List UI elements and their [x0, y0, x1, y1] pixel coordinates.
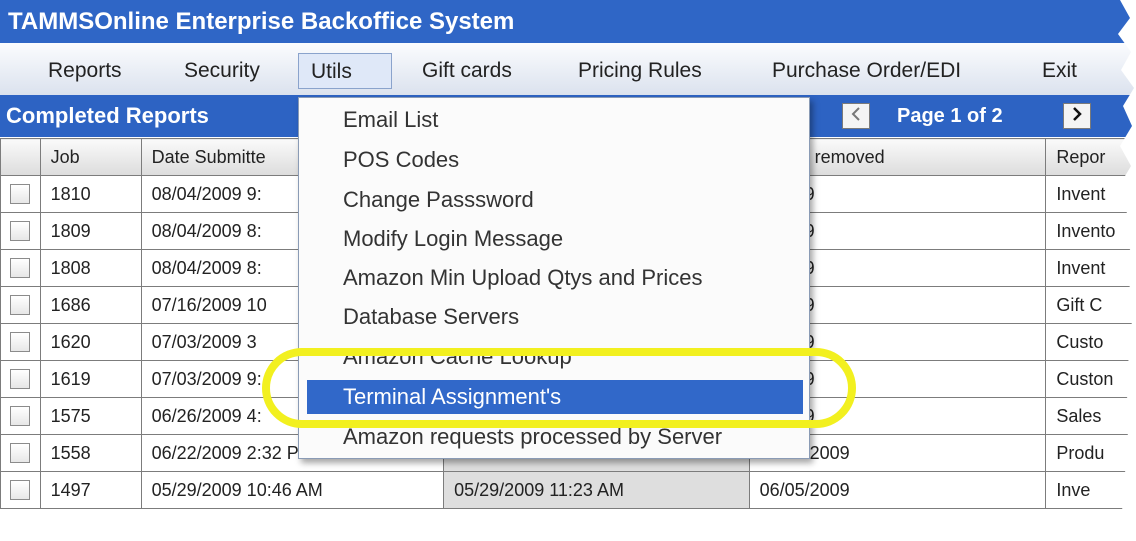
menu-security[interactable]: Security — [172, 53, 272, 89]
row-checkbox[interactable] — [10, 480, 31, 500]
panel-title: Completed Reports — [6, 103, 209, 128]
row-checkbox[interactable] — [10, 258, 31, 278]
previous-page-button[interactable] — [842, 103, 870, 129]
menu-item-modify-login-message[interactable]: Modify Login Message — [307, 222, 803, 256]
column-header-select — [0, 138, 41, 176]
row-checkbox[interactable] — [10, 369, 31, 389]
row-checkbox[interactable] — [10, 443, 31, 463]
job-cell: 1809 — [39, 212, 142, 250]
menu-item-database-servers[interactable]: Database Servers — [307, 300, 803, 334]
job-cell: 1810 — [39, 175, 142, 213]
job-cell: 1686 — [39, 286, 142, 324]
menu-item-pos-codes[interactable]: POS Codes — [307, 143, 803, 177]
job-cell: 1619 — [39, 360, 142, 398]
row-checkbox[interactable] — [10, 332, 31, 352]
row-checkbox[interactable] — [10, 221, 31, 241]
row-checkbox[interactable] — [10, 295, 31, 315]
torn-edge-right — [1118, 0, 1136, 541]
row-checkbox[interactable] — [10, 406, 31, 426]
menu-bar: Reports Security Utils Gift cards Pricin… — [0, 43, 1136, 96]
row-checkbox[interactable] — [10, 184, 31, 204]
highlight-annotation — [262, 348, 856, 428]
job-cell: 1620 — [39, 323, 142, 361]
menu-reports[interactable]: Reports — [36, 53, 134, 89]
menu-purchase-order-edi[interactable]: Purchase Order/EDI — [760, 53, 973, 89]
menu-item-email-list[interactable]: Email List — [307, 103, 803, 137]
job-cell: 1558 — [39, 434, 142, 472]
menu-item-change-password[interactable]: Change Passsword — [307, 183, 803, 217]
job-cell: 1575 — [39, 397, 142, 435]
window-title: TAMMSOnline Enterprise Backoffice System — [0, 0, 1136, 43]
chevron-right-icon — [1073, 107, 1082, 121]
menu-utils[interactable]: Utils — [298, 53, 392, 89]
menu-item-amazon-min-upload[interactable]: Amazon Min Upload Qtys and Prices — [307, 261, 803, 295]
menu-gift-cards[interactable]: Gift cards — [410, 53, 524, 89]
torn-edge-bottom — [0, 516, 1136, 541]
next-page-button[interactable] — [1063, 103, 1091, 129]
column-header-job[interactable]: Job — [39, 138, 142, 176]
page-indicator: Page 1 of 2 — [897, 105, 1003, 127]
job-cell: 1808 — [39, 249, 142, 287]
menu-exit[interactable]: Exit — [1030, 53, 1089, 89]
menu-pricing-rules[interactable]: Pricing Rules — [566, 53, 714, 89]
chevron-left-icon — [851, 107, 860, 121]
app-window: TAMMSOnline Enterprise Backoffice System… — [0, 0, 1136, 541]
